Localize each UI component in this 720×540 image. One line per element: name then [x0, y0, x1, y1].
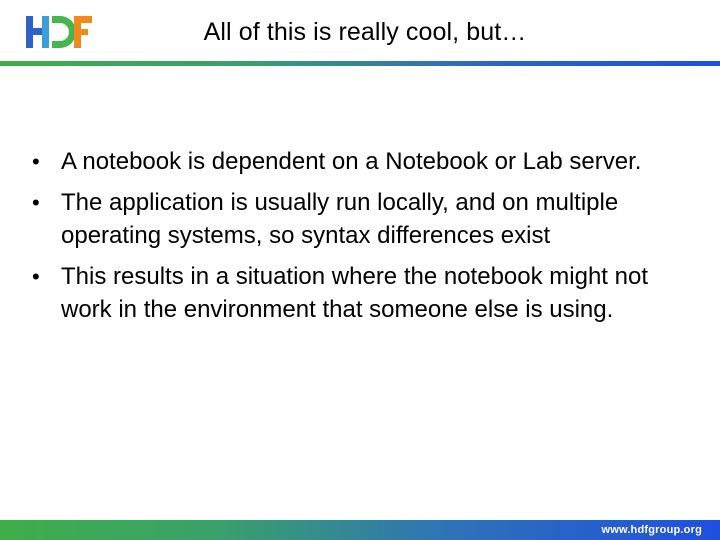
header-divider [0, 61, 720, 66]
slide: All of this is really cool, but… • A not… [0, 0, 720, 540]
bullet-list: • A notebook is dependent on a Notebook … [28, 145, 678, 334]
bullet-text: The application is usually run locally, … [61, 189, 619, 249]
bullet-item: • This results in a situation where the … [28, 260, 678, 326]
bullet-glyph: • [32, 190, 40, 215]
footer-url: www.hdfgroup.org [601, 524, 702, 536]
bullet-text: This results in a situation where the no… [61, 263, 648, 323]
bullet-item: • The application is usually run locally… [28, 186, 678, 252]
bullet-glyph: • [32, 149, 40, 174]
bullet-item: • A notebook is dependent on a Notebook … [28, 145, 678, 178]
bullet-text: A notebook is dependent on a Notebook or… [61, 148, 642, 175]
bullet-glyph: • [32, 264, 40, 289]
slide-title: All of this is really cool, but… [203, 18, 527, 46]
